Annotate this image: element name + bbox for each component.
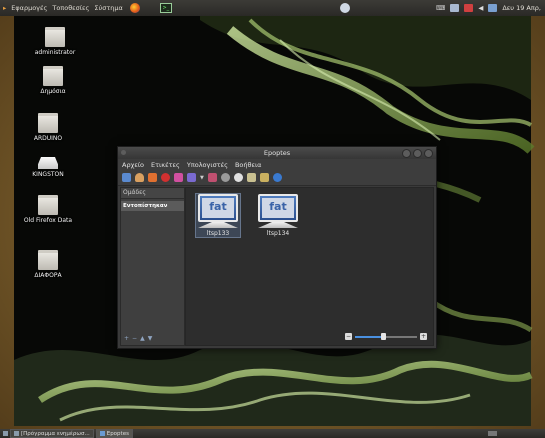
client-screen-thumbnail: fat [262, 198, 294, 218]
groups-header: Ομάδες [121, 188, 184, 199]
chevron-down-icon[interactable]: ▼ [200, 175, 204, 181]
clock[interactable]: Δευ 19 Απρ, [502, 4, 541, 12]
bottom-panel: [Πρόγραμμα ενημέρωσ... Epoptes [0, 429, 545, 438]
desktop-icon-arduino[interactable]: ARDUINO [8, 113, 88, 142]
network-icon[interactable] [340, 3, 350, 13]
group-detected[interactable]: Εντοπίστηκαν [121, 201, 184, 211]
zoom-slider-handle[interactable] [380, 332, 386, 340]
settings-icon[interactable] [220, 173, 230, 182]
close-button[interactable] [424, 149, 433, 158]
menu-file[interactable]: Αρχείο [122, 161, 144, 169]
mail-icon[interactable] [464, 4, 474, 12]
desktop-icon-label: Δημόσια [40, 88, 66, 95]
zoom-control: − + [345, 332, 427, 340]
window-title: Epoptes [263, 149, 291, 157]
info-icon[interactable] [272, 173, 282, 182]
client-name: ltsp134 [266, 230, 290, 237]
home-folder-icon [45, 27, 65, 47]
taskbar-item-epoptes[interactable]: Epoptes [95, 429, 133, 438]
terminal-icon[interactable] [246, 173, 256, 182]
display-icon[interactable] [450, 4, 460, 12]
move-up-icon[interactable]: ▲ [140, 335, 145, 342]
epoptes-window: Epoptes Αρχείο Ετικέτες Υπολογιστές Βοήθ… [117, 146, 437, 349]
add-group-icon[interactable]: + [124, 335, 129, 342]
move-down-icon[interactable]: ▼ [148, 335, 153, 342]
clients-area: fat ltsp133 fat ltsp134 − + [185, 187, 434, 346]
window-icon [14, 431, 19, 436]
desktop-icon-public[interactable]: Δημόσια [13, 66, 93, 95]
remove-group-icon[interactable]: − [132, 335, 137, 342]
zoom-slider-fill [355, 335, 383, 338]
groups-sidebar: Ομάδες Εντοπίστηκαν + − ▲ ▼ [120, 187, 185, 346]
monitor-icon: fat [258, 194, 298, 222]
zoom-out-button[interactable]: − [345, 333, 352, 340]
menu-help[interactable]: Βοήθεια [235, 161, 262, 169]
broadcast-icon[interactable] [148, 173, 157, 182]
messaging-icon[interactable] [488, 4, 498, 12]
multi-monitor-icon[interactable] [187, 173, 196, 182]
folder-icon [38, 113, 58, 133]
maximize-button[interactable] [413, 149, 422, 158]
window-titlebar[interactable]: Epoptes [118, 147, 436, 159]
reboot-icon[interactable] [207, 173, 217, 182]
desktop-icon-label: Old Firefox Data [23, 217, 73, 224]
volume-icon[interactable]: ◀ [478, 4, 483, 12]
monitor-stand [198, 222, 238, 228]
stop-icon[interactable] [161, 173, 170, 182]
taskbar-item-updates[interactable]: [Πρόγραμμα ενημέρωσ... [10, 429, 94, 438]
message-icon[interactable] [233, 173, 243, 182]
menubar: Αρχείο Ετικέτες Υπολογιστές Βοήθεια [118, 159, 436, 170]
usb-drive-icon [38, 157, 58, 169]
show-desktop-icon[interactable] [3, 431, 8, 436]
desktop-icon-old-firefox-data[interactable]: Old Firefox Data [8, 195, 88, 224]
desktop-icon-label: ARDUINO [33, 135, 63, 142]
monitor-screen-icon[interactable] [122, 173, 131, 182]
taskbar-item-label: Epoptes [106, 430, 129, 437]
lock-screen-icon[interactable] [174, 173, 183, 182]
zoom-in-button[interactable]: + [420, 333, 427, 340]
public-folder-icon [43, 66, 63, 86]
client-ltsp134[interactable]: fat ltsp134 [256, 194, 300, 237]
desktop-icon-label: administrator [34, 49, 76, 56]
menu-applications[interactable]: Εφαρμογές [11, 4, 47, 12]
zoom-slider[interactable] [355, 332, 417, 340]
monitor-icon: fat [198, 194, 238, 222]
monitor-stand [258, 222, 298, 228]
keyboard-icon[interactable]: ⌨ [436, 4, 445, 12]
user-icon[interactable] [135, 173, 144, 182]
firefox-icon[interactable] [129, 3, 140, 13]
desktop-icon-administrator[interactable]: administrator [15, 27, 95, 56]
remote-desktop-icon[interactable] [259, 173, 269, 182]
desktop-icon-kingston[interactable]: KINGSTON [8, 153, 88, 178]
menu-labels[interactable]: Ετικέτες [151, 161, 180, 169]
menu-places[interactable]: Τοποθεσίες [52, 4, 89, 12]
system-tray: ⌨ ◀ Δευ 19 Απρ, [436, 0, 541, 16]
desktop-icon-label: ΔΙΑΦΟΡΑ [34, 272, 62, 279]
ubuntu-logo-icon[interactable]: ▸ [3, 4, 6, 12]
toolbar: ▼ [118, 170, 436, 186]
folder-icon [38, 250, 58, 270]
folder-icon [38, 195, 58, 215]
client-name: ltsp133 [206, 230, 230, 237]
client-ltsp133[interactable]: fat ltsp133 [195, 193, 241, 238]
desktop-icon-label: KINGSTON [32, 171, 64, 178]
top-panel: ▸ Εφαρμογές Τοποθεσίες Σύστημα >_ ⌨ ◀ Δε… [0, 0, 545, 16]
epoptes-icon [99, 431, 105, 436]
client-screen-thumbnail: fat [202, 198, 234, 218]
menu-system[interactable]: Σύστημα [94, 4, 122, 12]
menu-computers[interactable]: Υπολογιστές [187, 161, 228, 169]
workspace-switcher[interactable] [488, 431, 497, 436]
minimize-button[interactable] [402, 149, 411, 158]
terminal-icon[interactable]: >_ [159, 3, 172, 13]
desktop-icon-diafora[interactable]: ΔΙΑΦΟΡΑ [8, 250, 88, 279]
taskbar-item-label: [Πρόγραμμα ενημέρωσ... [21, 430, 90, 437]
